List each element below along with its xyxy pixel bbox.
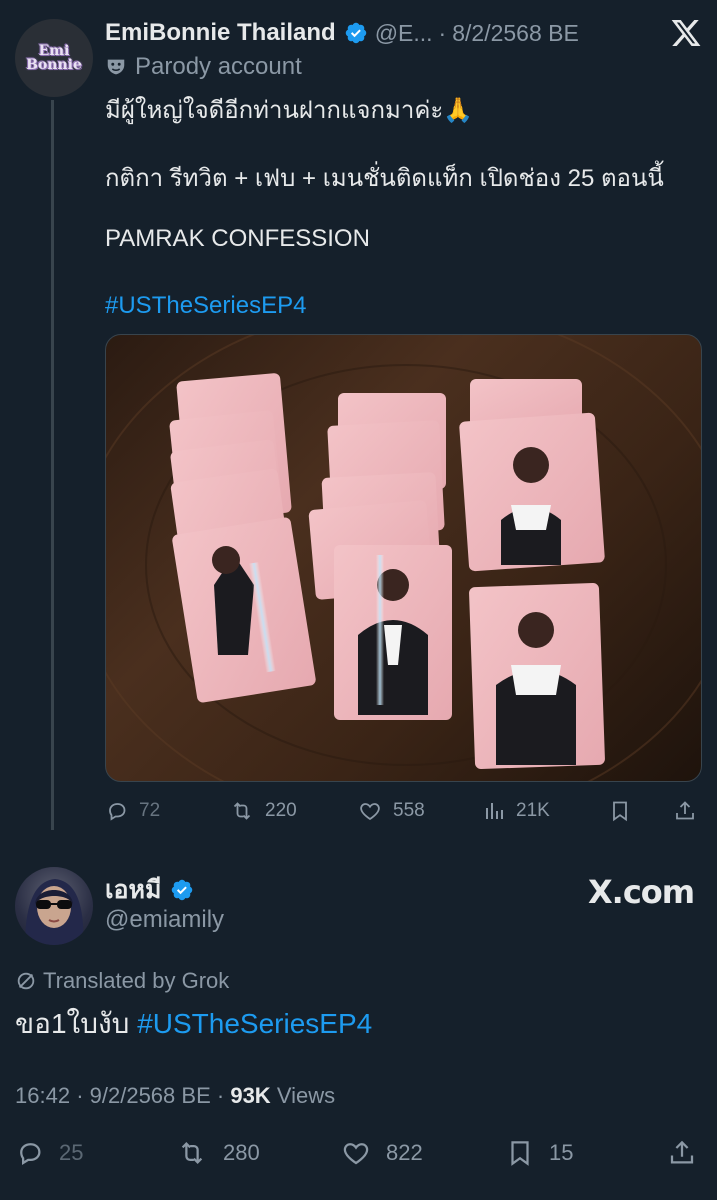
tweet-action-bar: 72 220 558 21K [105,790,702,832]
parody-mask-icon [107,59,125,75]
handle[interactable]: @E... [375,20,433,47]
bookmark-icon [511,1141,529,1166]
reply-icon [20,1143,41,1166]
reply-like-count: 822 [386,1140,423,1165]
x-com-watermark: X.com [588,873,695,911]
reply-handle[interactable]: @emiamily [105,906,224,934]
reply-like-button[interactable]: 822 [340,1130,423,1176]
reply-meta: 16:42 · 9/2/2568 BE · 93K Views [15,1083,335,1109]
reply-bookmark-button[interactable]: 15 [505,1130,573,1176]
like-button[interactable]: 558 [357,790,425,832]
avatar-emibonnie[interactable]: Emi Bonnie [15,19,93,97]
tweet-date[interactable]: 8/2/2568 BE [452,20,579,47]
repost-button[interactable]: 220 [229,790,297,832]
profile-photo [25,879,84,945]
tweet-photo[interactable] [105,334,702,782]
reply-bookmark-count: 15 [549,1140,574,1165]
bookmark-button[interactable] [608,790,642,832]
emibonnie-logo: Emi Bonnie [26,43,82,73]
reply-header: เอหมี [105,873,194,907]
like-icon [343,1143,369,1165]
reply-repost-button[interactable]: 280 [175,1130,260,1176]
translated-label: Translated by Grok [43,968,230,993]
x-logo-icon[interactable] [670,17,702,49]
share-icon [670,1140,694,1164]
tweet-line-3: PAMRAK CONFESSION [105,225,370,252]
reply-views-label: Views [276,1083,336,1108]
reply-hashtag[interactable]: #USTheSeriesEP4 [137,1008,372,1039]
photocard-stack-right [459,379,605,770]
reply-display-name[interactable]: เอหมี [105,870,162,910]
thread-connector-line [51,100,54,830]
reply-share-button[interactable] [667,1130,711,1176]
reply-repost-count: 280 [223,1140,260,1165]
views-icon [486,803,503,819]
reply-reply-count: 25 [59,1140,84,1165]
meta-separator-2: · [216,1083,225,1108]
reply-action-bar: 25 280 822 15 [15,1130,702,1176]
tweet-header: EmiBonnie Thailand @E... · 8/2/2568 BE [105,16,579,50]
photocard-stack-middle [308,393,452,720]
tweet-line-2: กติกา รีทวิต + เฟบ + เมนชั่นติดแท็ก เปิด… [105,165,664,192]
meta-separator-1: · [76,1083,84,1108]
reply-reply-button[interactable]: 25 [15,1130,83,1176]
repost-icon [233,802,251,820]
reply-time[interactable]: 16:42 [15,1083,70,1108]
share-icon [676,801,694,820]
repost-icon [181,1142,203,1164]
tweet-hashtag[interactable]: #USTheSeriesEP4 [105,292,306,320]
reply-date[interactable]: 9/2/2568 BE [90,1083,211,1108]
share-button[interactable] [673,790,707,832]
like-icon [360,803,380,821]
reply-icon [109,803,126,821]
like-count: 558 [393,800,425,821]
dot-separator: · [438,19,447,46]
reply-button[interactable]: 72 [105,790,160,832]
bookmark-icon [613,801,627,822]
repost-count: 220 [265,800,297,821]
reply-body: ขอ1ใบงับ #USTheSeriesEP4 [15,1002,372,1046]
avatar-emiamily[interactable] [15,867,93,945]
translated-by-grok[interactable]: Translated by Grok [15,966,229,996]
reply-count: 72 [139,800,161,821]
views-count: 21K [516,800,550,821]
translate-icon [17,972,35,990]
reply-text: ขอ1ใบงับ [15,1008,130,1039]
photocard-stack-left [169,373,316,703]
views-button[interactable]: 21K [482,790,550,832]
verified-icon [345,22,366,44]
display-name[interactable]: EmiBonnie Thailand [105,19,336,47]
reply-views-count: 93K [230,1083,271,1108]
tweet-line-1: มีผู้ใหญ่ใจดีอีกท่านฝากแจกมาค่ะ🙏 [105,97,474,124]
parody-badge: Parody account [105,52,302,82]
verified-icon [171,879,192,901]
parody-label: Parody account [135,53,302,80]
